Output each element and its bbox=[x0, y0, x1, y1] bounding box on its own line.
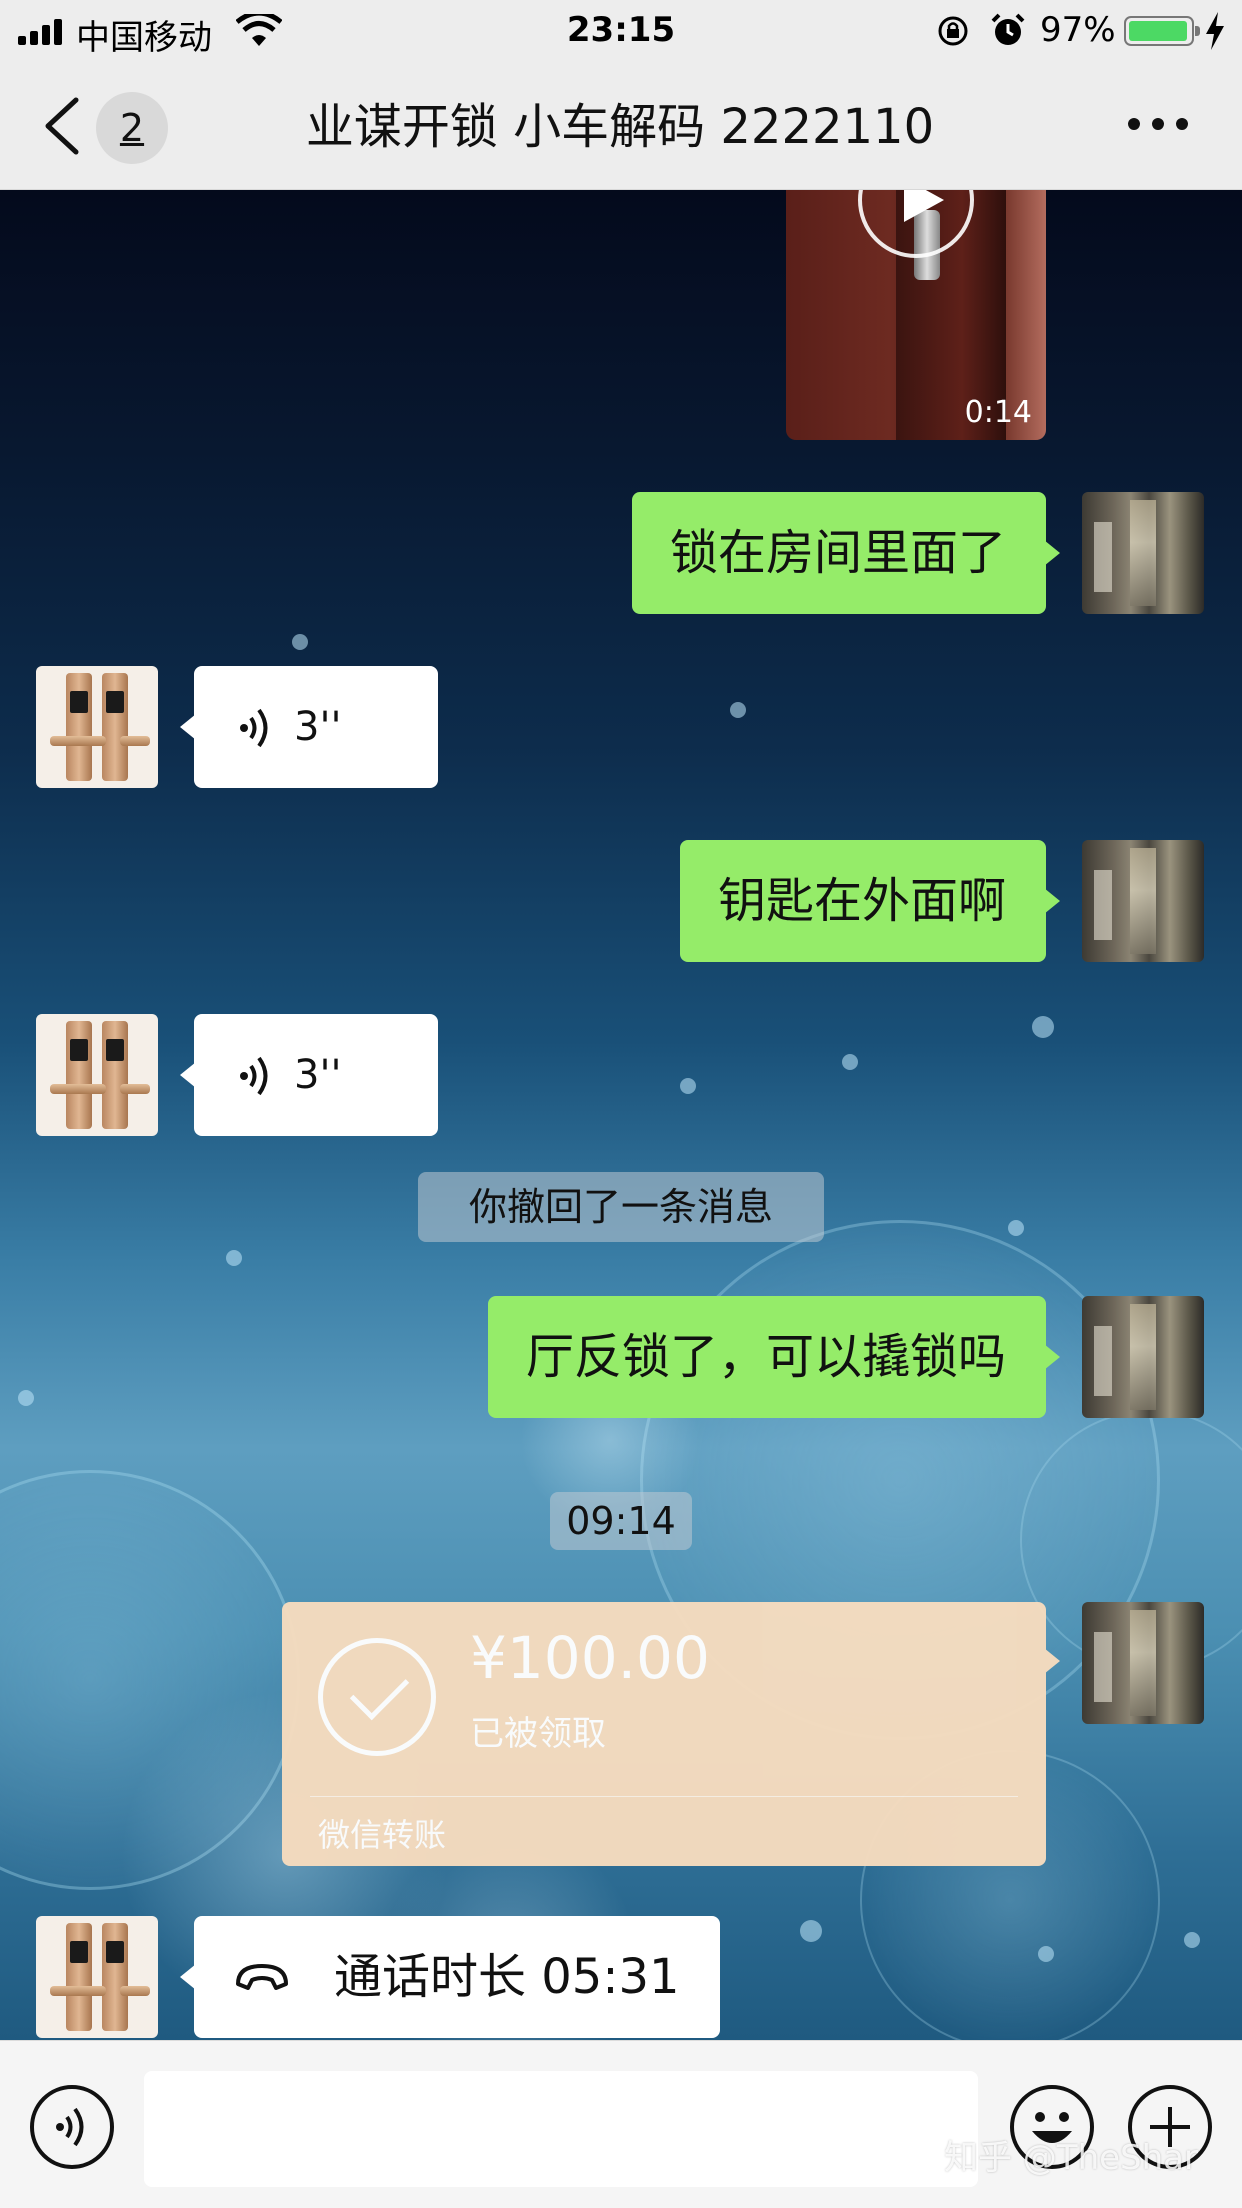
wechat-transfer-card[interactable]: ¥100.00 已被领取 微信转账 bbox=[282, 1602, 1060, 1866]
divider bbox=[310, 1796, 1018, 1797]
recalled-message-notice: 你撤回了一条消息 bbox=[418, 1172, 824, 1242]
chat-title: 业谋开锁 小车解码 2222110 bbox=[305, 99, 935, 155]
chat-input-bar bbox=[0, 2040, 1242, 2208]
watermark-text: 知乎 @TheShar bbox=[944, 2138, 1198, 2178]
battery-percent: 97% bbox=[1040, 10, 1116, 50]
message-input[interactable] bbox=[144, 2071, 978, 2187]
my-avatar[interactable] bbox=[1082, 1602, 1204, 1724]
background-dot bbox=[800, 1920, 822, 1942]
background-dot bbox=[18, 1390, 34, 1406]
voice-duration: 3'' bbox=[294, 1052, 342, 1098]
chevron-left-icon[interactable] bbox=[40, 96, 84, 156]
my-avatar[interactable] bbox=[1082, 840, 1204, 962]
message-text: 锁在房间里面了 bbox=[669, 525, 1006, 581]
chat-header: 2 业谋开锁 小车解码 2222110 bbox=[0, 62, 1242, 190]
video-duration: 0:14 bbox=[964, 395, 1032, 430]
charging-icon bbox=[1206, 12, 1224, 50]
background-dot bbox=[730, 702, 746, 718]
contact-avatar[interactable] bbox=[36, 666, 158, 788]
voice-wave-icon bbox=[240, 708, 268, 748]
message-timestamp: 09:14 bbox=[550, 1492, 692, 1550]
voice-message-bubble[interactable]: 3'' bbox=[180, 1014, 438, 1136]
my-text-bubble[interactable]: 厅反锁了，可以撬锁吗 bbox=[487, 1296, 1061, 1418]
background-dot bbox=[1038, 1946, 1054, 1962]
my-avatar[interactable] bbox=[1082, 492, 1204, 614]
background-dot bbox=[292, 634, 308, 650]
background-dot bbox=[680, 1078, 696, 1094]
my-text-bubble[interactable]: 锁在房间里面了 bbox=[631, 492, 1061, 614]
my-text-bubble[interactable]: 钥匙在外面啊 bbox=[679, 840, 1061, 962]
voice-input-icon[interactable] bbox=[30, 2085, 114, 2169]
more-dots-icon[interactable] bbox=[1128, 118, 1188, 134]
background-dot bbox=[1008, 1220, 1024, 1236]
rotation-lock-icon bbox=[938, 16, 968, 46]
transfer-amount: ¥100.00 bbox=[470, 1624, 710, 1692]
wechat-chat-screen: 中国移动 23:15 97% 2 业谋开锁 小车解码 2222110 0:14 … bbox=[0, 0, 1242, 2208]
unread-count-badge[interactable]: 2 bbox=[96, 92, 168, 164]
call-duration-text: 通话时长 05:31 bbox=[334, 1949, 680, 2005]
voice-message-bubble[interactable]: 3'' bbox=[180, 666, 438, 788]
contact-avatar[interactable] bbox=[36, 1014, 158, 1136]
phone-hangup-icon bbox=[236, 1964, 288, 1990]
battery-icon bbox=[1124, 16, 1200, 46]
my-avatar[interactable] bbox=[1082, 1296, 1204, 1418]
background-dot bbox=[842, 1054, 858, 1070]
contact-avatar[interactable] bbox=[36, 1916, 158, 2038]
check-circle-icon bbox=[318, 1638, 436, 1756]
battery-level-fill bbox=[1129, 21, 1188, 41]
background-dot bbox=[1184, 1932, 1200, 1948]
background-dot bbox=[1032, 1016, 1054, 1038]
voice-wave-icon bbox=[240, 1056, 268, 1096]
call-record-bubble[interactable]: 通话时长 05:31 bbox=[180, 1916, 720, 2038]
transfer-status: 已被领取 bbox=[470, 1714, 606, 1754]
message-text: 厅反锁了，可以撬锁吗 bbox=[525, 1329, 1006, 1385]
background-dot bbox=[226, 1250, 242, 1266]
voice-duration: 3'' bbox=[294, 704, 342, 750]
transfer-type-label: 微信转账 bbox=[318, 1816, 447, 1854]
message-text: 钥匙在外面啊 bbox=[717, 873, 1006, 929]
status-bar: 中国移动 23:15 97% bbox=[0, 0, 1242, 62]
alarm-icon bbox=[991, 13, 1025, 45]
video-message[interactable]: 0:14 bbox=[786, 190, 1046, 440]
